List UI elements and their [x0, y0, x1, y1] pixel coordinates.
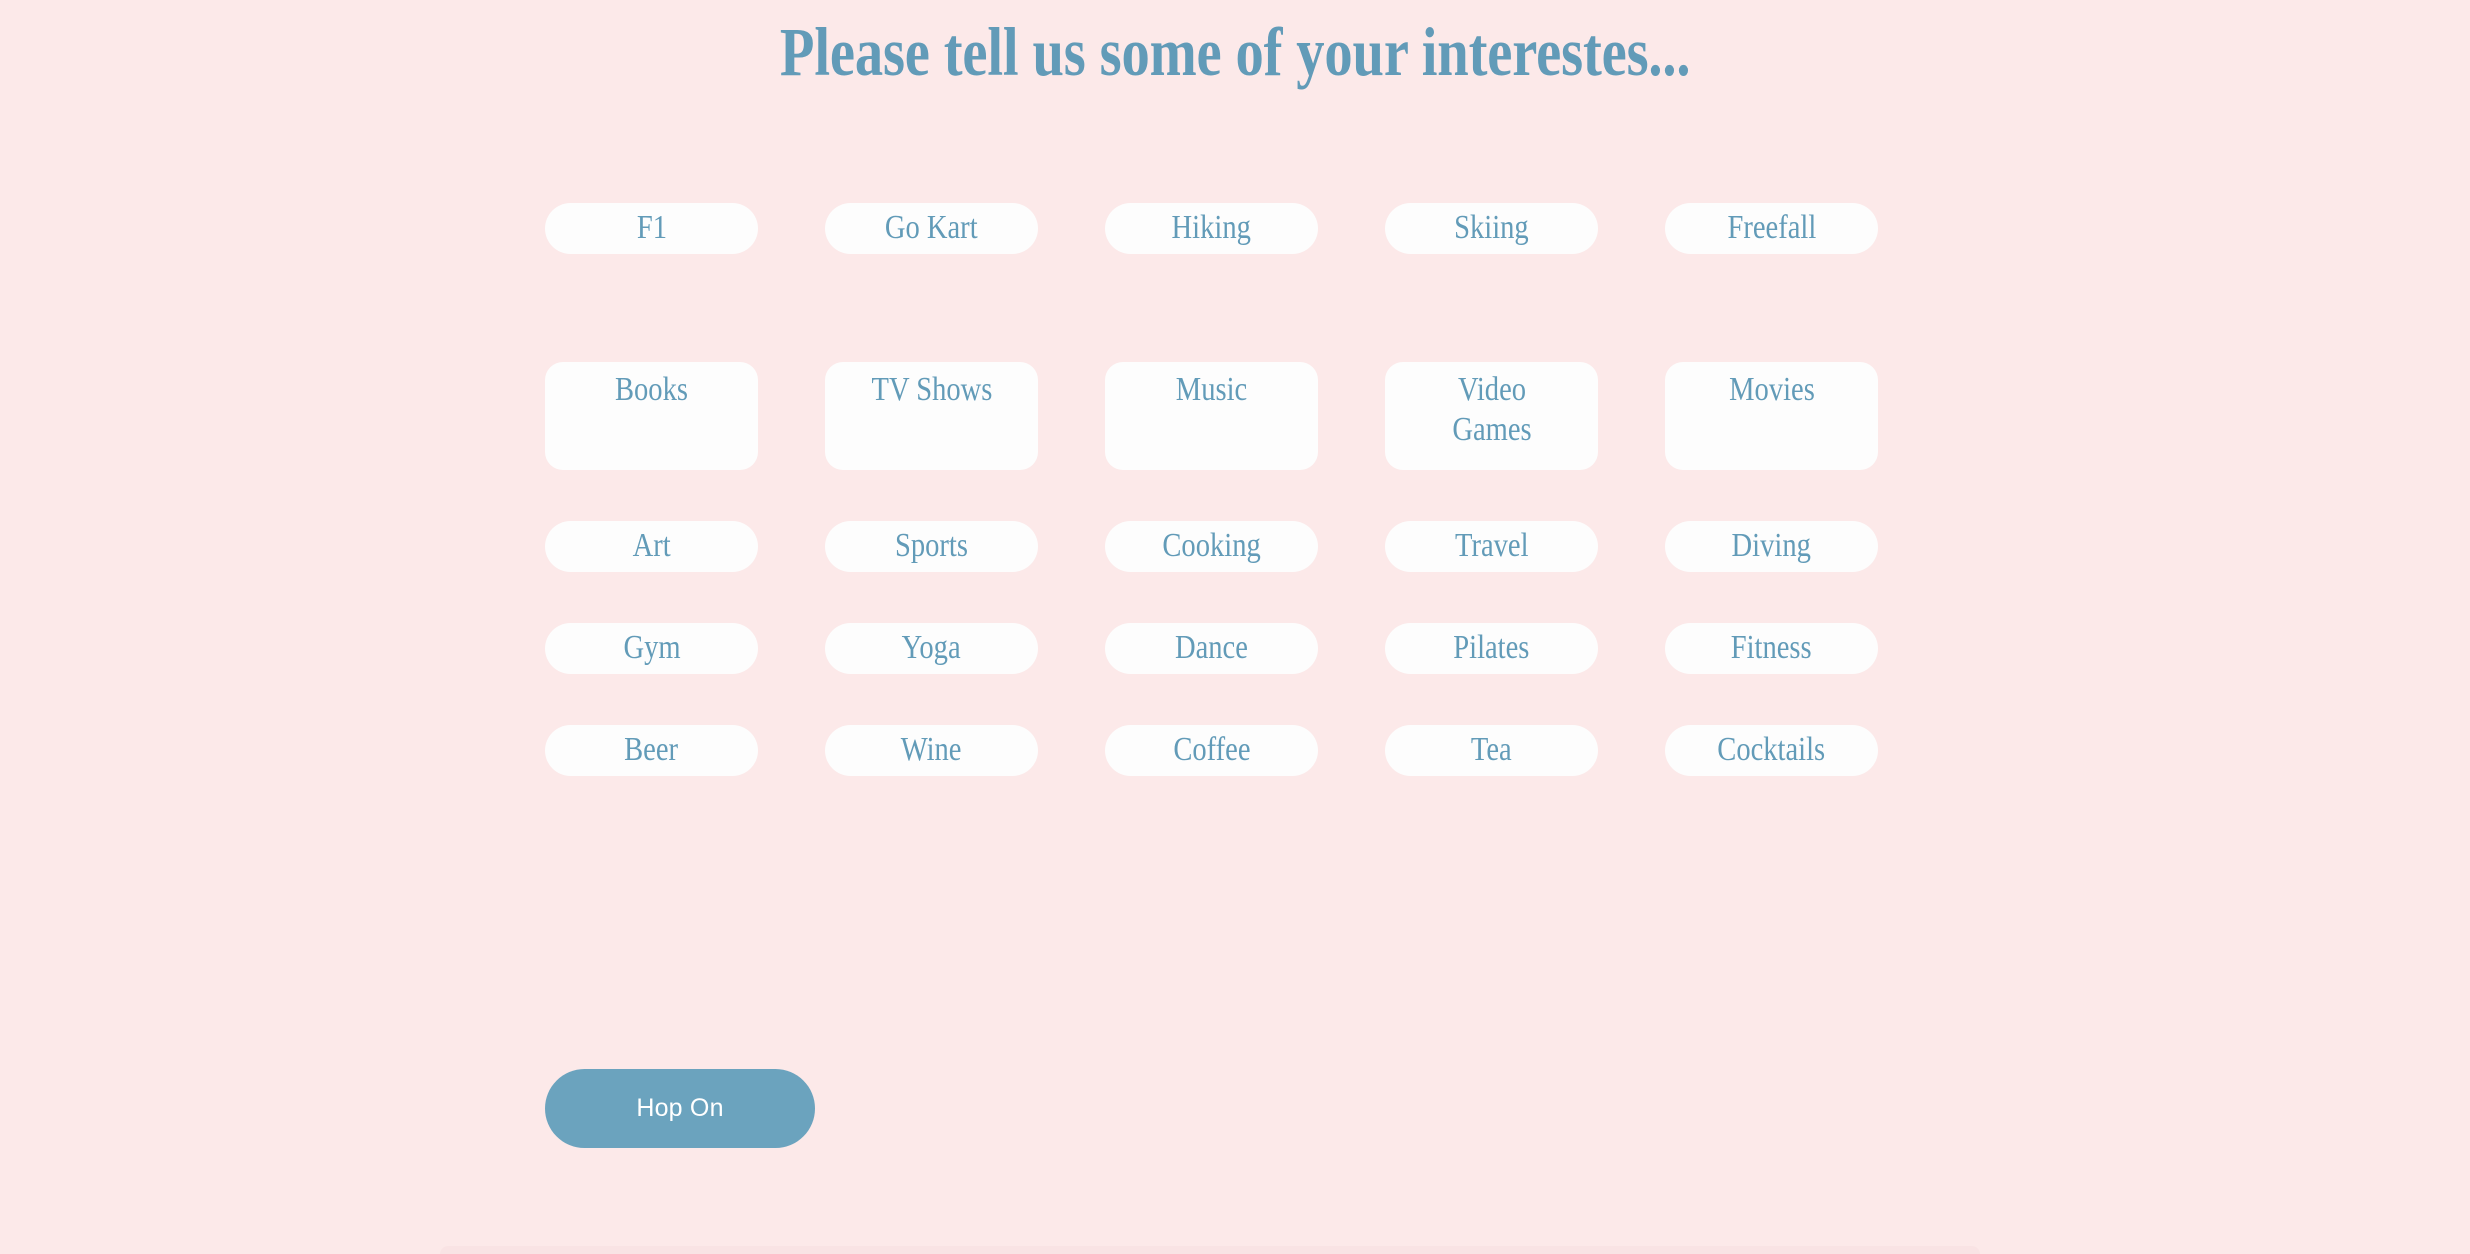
interest-chip-books[interactable]: Books	[545, 362, 758, 470]
interest-chip-label: Diving	[1731, 527, 1812, 565]
interest-chip-tv-shows[interactable]: TV Shows	[825, 362, 1038, 470]
interest-chip-label: Music	[1175, 371, 1248, 408]
interest-chip-sports[interactable]: Sports	[825, 521, 1038, 572]
interest-chip-music[interactable]: Music	[1105, 362, 1318, 470]
interest-chip-coffee[interactable]: Coffee	[1105, 725, 1318, 776]
chip-cell: Cooking	[1105, 521, 1385, 572]
chip-cell: F1	[545, 203, 825, 254]
interest-chip-fitness[interactable]: Fitness	[1665, 623, 1878, 674]
interest-chip-label: Tea	[1471, 731, 1512, 769]
interest-chip-label: Coffee	[1172, 731, 1251, 769]
interest-chip-label: Hiking	[1171, 209, 1252, 247]
chip-cell: Go Kart	[825, 203, 1105, 254]
interest-chip-tea[interactable]: Tea	[1385, 725, 1598, 776]
interest-chip-beer[interactable]: Beer	[545, 725, 758, 776]
row-spacer	[545, 674, 1935, 725]
interest-chip-label: Cocktails	[1717, 731, 1826, 769]
interest-chip-label: Pilates	[1453, 629, 1530, 667]
row-spacer	[545, 572, 1935, 623]
chip-cell: Pilates	[1385, 623, 1665, 674]
interest-chip-label: TV Shows	[871, 371, 992, 408]
interest-row-2: Books TV Shows Music Video Games Movies	[545, 362, 1935, 470]
chip-cell: Sports	[825, 521, 1105, 572]
interest-chip-label: Sports	[894, 527, 968, 565]
interest-chip-hiking[interactable]: Hiking	[1105, 203, 1318, 254]
chip-cell: TV Shows	[825, 362, 1105, 470]
interest-chip-label: Go Kart	[885, 209, 978, 247]
chip-cell: Skiing	[1385, 203, 1665, 254]
interest-chip-cooking[interactable]: Cooking	[1105, 521, 1318, 572]
interest-chip-label: Art	[632, 527, 671, 565]
chip-cell: Books	[545, 362, 825, 470]
page-title-row: Please tell us some of your interestes..…	[0, 14, 2470, 91]
chip-cell: Yoga	[825, 623, 1105, 674]
interest-chip-art[interactable]: Art	[545, 521, 758, 572]
interest-chip-label: Travel	[1454, 527, 1529, 565]
chip-cell: Dance	[1105, 623, 1385, 674]
chip-cell: Wine	[825, 725, 1105, 776]
interest-chip-label: Books	[614, 371, 688, 408]
interest-row-1: F1 Go Kart Hiking Skiing Freefall	[545, 203, 1935, 254]
chip-cell: Freefall	[1665, 203, 1945, 254]
interest-chip-yoga[interactable]: Yoga	[825, 623, 1038, 674]
page-title: Please tell us some of your interestes..…	[779, 14, 1691, 90]
interest-chip-cocktails[interactable]: Cocktails	[1665, 725, 1878, 776]
interest-chip-label: Wine	[901, 731, 962, 769]
chip-cell: Movies	[1665, 362, 1945, 470]
hop-on-button[interactable]: Hop On	[545, 1069, 815, 1148]
chip-cell: Diving	[1665, 521, 1945, 572]
chip-cell: Music	[1105, 362, 1385, 470]
row-spacer	[545, 470, 1935, 521]
bottom-edge-artifact	[440, 1246, 1980, 1254]
interest-chip-label: Gym	[622, 629, 681, 667]
interest-chip-movies[interactable]: Movies	[1665, 362, 1878, 470]
interests-page: Please tell us some of your interestes..…	[0, 0, 2470, 1254]
chip-cell: Video Games	[1385, 362, 1665, 470]
chip-cell: Fitness	[1665, 623, 1945, 674]
row-spacer	[545, 254, 1935, 362]
interests-grid: F1 Go Kart Hiking Skiing Freefall Books …	[545, 203, 1935, 776]
interest-chip-skiing[interactable]: Skiing	[1385, 203, 1598, 254]
interest-chip-label: Beer	[624, 731, 679, 769]
interest-chip-pilates[interactable]: Pilates	[1385, 623, 1598, 674]
interest-chip-label: Yoga	[901, 629, 962, 667]
interest-chip-label: Skiing	[1454, 209, 1529, 247]
interest-chip-label: Fitness	[1731, 629, 1812, 667]
chip-cell: Art	[545, 521, 825, 572]
chip-cell: Cocktails	[1665, 725, 1945, 776]
chip-cell: Travel	[1385, 521, 1665, 572]
interest-chip-label: Dance	[1175, 629, 1248, 667]
interest-chip-label: Movies	[1728, 371, 1815, 408]
interest-chip-go-kart[interactable]: Go Kart	[825, 203, 1038, 254]
interest-chip-freefall[interactable]: Freefall	[1665, 203, 1878, 254]
interest-chip-f1[interactable]: F1	[545, 203, 758, 254]
submit-button-wrapper: Hop On	[545, 1069, 815, 1148]
chip-cell: Gym	[545, 623, 825, 674]
interest-chip-gym[interactable]: Gym	[545, 623, 758, 674]
interest-chip-label: Video Games	[1451, 371, 1532, 449]
chip-cell: Beer	[545, 725, 825, 776]
chip-cell: Tea	[1385, 725, 1665, 776]
interest-chip-label: Freefall	[1727, 209, 1816, 247]
interest-row-5: Beer Wine Coffee Tea Cocktails	[545, 725, 1935, 776]
interest-chip-wine[interactable]: Wine	[825, 725, 1038, 776]
interest-chip-label: Cooking	[1162, 527, 1261, 565]
interest-row-4: Gym Yoga Dance Pilates Fitness	[545, 623, 1935, 674]
interest-chip-label: F1	[636, 209, 667, 247]
interest-chip-diving[interactable]: Diving	[1665, 521, 1878, 572]
chip-cell: Hiking	[1105, 203, 1385, 254]
interest-row-3: Art Sports Cooking Travel Diving	[545, 521, 1935, 572]
interest-chip-dance[interactable]: Dance	[1105, 623, 1318, 674]
interest-chip-video-games[interactable]: Video Games	[1385, 362, 1598, 470]
interest-chip-travel[interactable]: Travel	[1385, 521, 1598, 572]
chip-cell: Coffee	[1105, 725, 1385, 776]
